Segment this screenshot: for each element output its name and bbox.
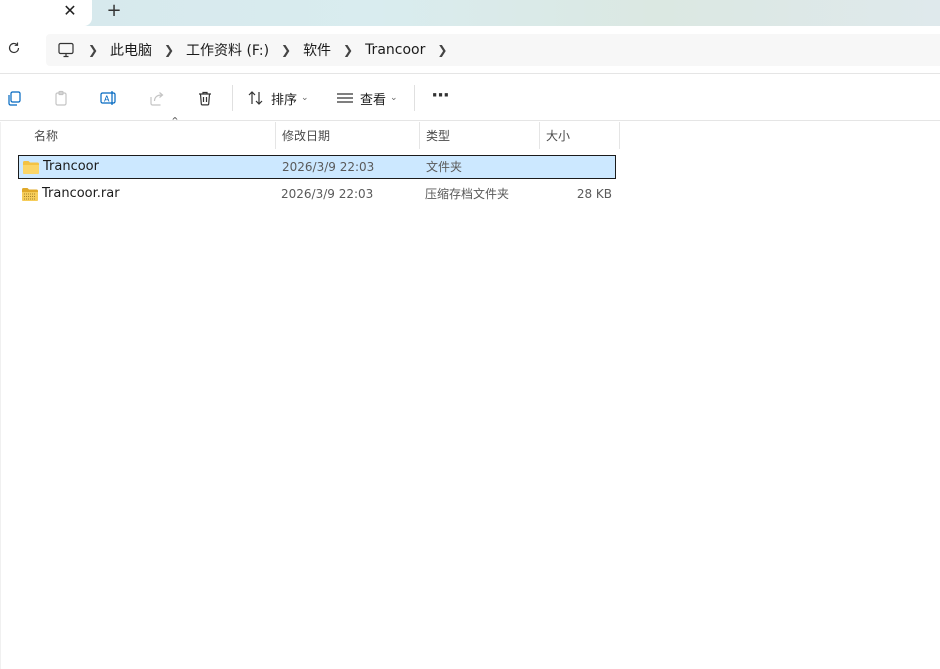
sort-ascending-icon: ˆ [170, 116, 180, 130]
sort-icon [248, 91, 263, 105]
paste-icon[interactable] [51, 88, 71, 108]
view-button[interactable]: 查看 ⌄ [336, 86, 398, 110]
table-row[interactable]: Trancoor.rar 2026/3/9 22:03 压缩存档文件夹 28 K… [18, 183, 616, 207]
file-date: 2026/3/9 22:03 [281, 187, 374, 201]
breadcrumb-item-drive[interactable]: 工作资料 (F:) [186, 40, 269, 60]
delete-icon[interactable] [195, 88, 215, 108]
column-header-size[interactable]: 大小 [540, 122, 620, 149]
chevron-right-icon[interactable]: ❯ [331, 43, 365, 57]
column-header-name[interactable]: 名称 ˆ [28, 116, 276, 149]
chevron-right-icon[interactable]: ❯ [76, 43, 110, 57]
file-name: Trancoor.rar [42, 186, 120, 201]
tab-strip: ✕ + [0, 0, 940, 26]
column-header-date[interactable]: 修改日期 [276, 122, 420, 149]
file-size: 28 KB [576, 187, 612, 201]
close-tab-icon[interactable]: ✕ [59, 1, 81, 21]
file-list: 名称 ˆ 修改日期 类型 大小 Trancoor 2026/3/9 22:03 … [0, 116, 940, 669]
divider [232, 85, 233, 111]
table-row[interactable]: Trancoor 2026/3/9 22:03 文件夹 [18, 155, 616, 179]
column-size-label: 大小 [546, 129, 571, 143]
navigation-bar: ❯ 此电脑 ❯ 工作资料 (F:) ❯ 软件 ❯ Trancoor ❯ [0, 26, 940, 74]
address-bar[interactable]: ❯ 此电脑 ❯ 工作资料 (F:) ❯ 软件 ❯ Trancoor ❯ [46, 34, 940, 66]
svg-text:A: A [104, 95, 110, 104]
file-name: Trancoor [43, 159, 99, 174]
column-date-label: 修改日期 [282, 129, 331, 143]
this-pc-icon[interactable] [56, 40, 76, 60]
file-date: 2026/3/9 22:03 [282, 160, 375, 174]
active-tab[interactable]: ✕ [0, 0, 92, 26]
sort-label: 排序 [271, 92, 298, 108]
breadcrumb: ❯ 此电脑 ❯ 工作资料 (F:) ❯ 软件 ❯ Trancoor ❯ [56, 34, 459, 66]
folder-icon [22, 159, 40, 175]
divider [414, 85, 415, 111]
column-header-type[interactable]: 类型 [420, 122, 540, 149]
refresh-icon[interactable] [4, 40, 24, 60]
copy-icon[interactable] [4, 88, 24, 108]
column-name-label: 名称 [34, 129, 59, 143]
column-type-label: 类型 [426, 129, 451, 143]
file-type: 文件夹 [426, 160, 463, 174]
file-type: 压缩存档文件夹 [425, 187, 510, 201]
rename-icon[interactable]: A [99, 88, 119, 108]
view-label: 查看 [360, 92, 387, 108]
command-bar: A 排序 ⌄ 查看 ⌄ ··· [0, 75, 940, 121]
chevron-down-icon: ⌄ [390, 93, 398, 103]
breadcrumb-item-trancoor[interactable]: Trancoor [365, 42, 425, 58]
new-tab-button[interactable]: + [103, 0, 125, 22]
view-icon [337, 93, 353, 103]
chevron-down-icon: ⌄ [301, 93, 309, 103]
breadcrumb-item-software[interactable]: 软件 [303, 40, 331, 60]
share-icon[interactable] [147, 88, 167, 108]
chevron-right-icon[interactable]: ❯ [425, 43, 459, 57]
chevron-right-icon[interactable]: ❯ [269, 43, 303, 57]
chevron-right-icon[interactable]: ❯ [152, 43, 186, 57]
more-options-button[interactable]: ··· [428, 85, 452, 111]
sort-button[interactable]: 排序 ⌄ [247, 86, 309, 110]
archive-icon [21, 186, 39, 202]
breadcrumb-item-this-pc[interactable]: 此电脑 [110, 40, 152, 60]
